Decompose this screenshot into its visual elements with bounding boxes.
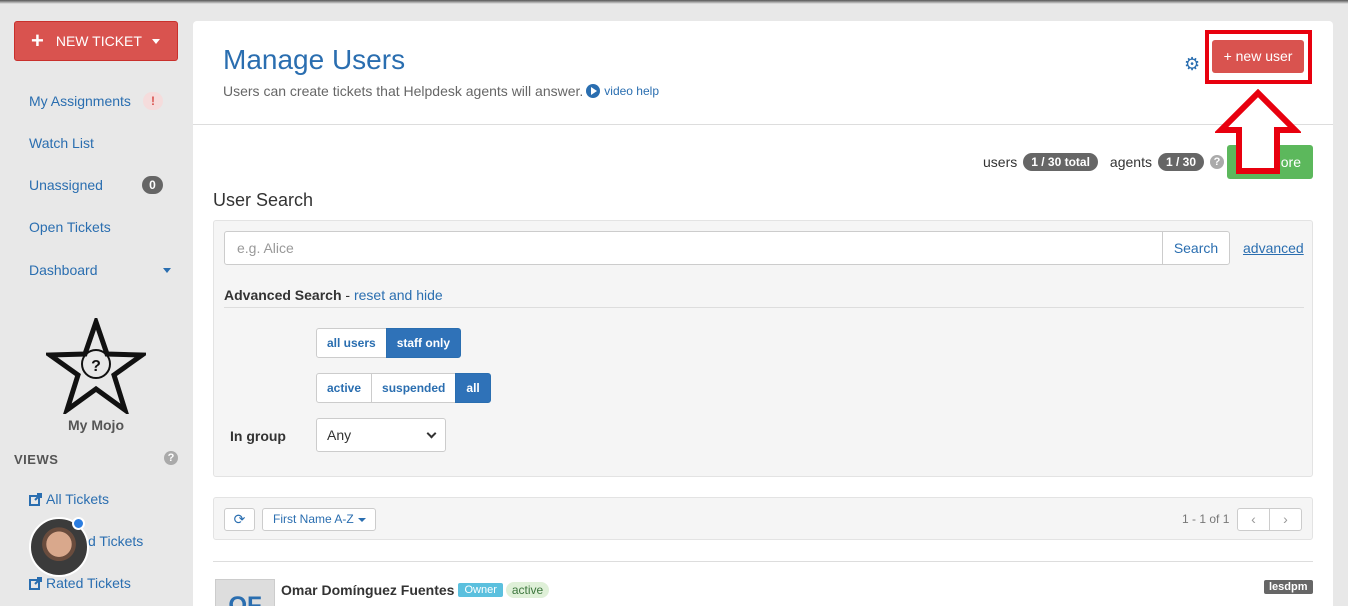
advanced-search-title: Advanced Search - reset and hide (224, 287, 443, 303)
caret-down-icon (357, 517, 366, 522)
user-name[interactable]: Omar Domínguez Fuentes (281, 582, 454, 598)
alert-badge: ! (143, 92, 163, 110)
sort-dropdown[interactable]: First Name A-Z (262, 508, 376, 531)
separator: - (341, 287, 354, 303)
filter-all-users[interactable]: all users (316, 328, 387, 358)
video-help-link[interactable]: video help (604, 84, 659, 98)
external-link-icon (29, 492, 42, 506)
search-button[interactable]: Search (1162, 231, 1230, 265)
filter-suspended[interactable]: suspended (371, 373, 457, 403)
dashboard-caret-icon[interactable] (163, 268, 171, 273)
svg-text:?: ? (91, 358, 101, 375)
chevron-right-icon: › (1283, 511, 1288, 527)
external-link-icon (29, 576, 42, 590)
unassigned-count-badge: 0 (142, 176, 163, 194)
gear-icon[interactable]: ⚙ (1184, 54, 1200, 75)
nav-dashboard[interactable]: Dashboard (29, 262, 98, 278)
annotation-highlight-box (1205, 30, 1312, 84)
mojo-star-icon[interactable]: ? (46, 318, 146, 414)
in-group-label: In group (230, 428, 286, 444)
refresh-icon: ⟳ (233, 511, 246, 527)
sidebar: + NEW TICKET My Assignments ! Watch List… (0, 0, 192, 606)
reset-and-hide-link[interactable]: reset and hide (354, 287, 443, 303)
subtitle-text: Users can create tickets that Helpdesk a… (223, 83, 584, 99)
license-stats: users 1 / 30 total agents 1 / 30 ? (983, 153, 1224, 171)
mojo-label: My Mojo (68, 417, 124, 433)
online-status-dot (72, 517, 85, 530)
plus-icon: + (31, 28, 44, 53)
views-heading: VIEWS (14, 452, 59, 467)
top-shadow (0, 0, 1348, 4)
role-filter-group: all users staff only (316, 328, 462, 358)
users-count-pill: 1 / 30 total (1023, 153, 1098, 171)
nav-unassigned[interactable]: Unassigned (29, 177, 103, 193)
status-filter-group: active suspended all (316, 373, 491, 403)
header-divider (193, 124, 1333, 125)
chevron-left-icon: ‹ (1251, 511, 1256, 527)
nav-open-tickets[interactable]: Open Tickets (29, 219, 111, 235)
user-search-input[interactable] (224, 231, 1163, 265)
sort-label: First Name A-Z (273, 512, 354, 526)
user-initials-avatar[interactable]: OF (215, 579, 275, 606)
group-select[interactable]: Any (316, 418, 446, 452)
page-title: Manage Users (223, 44, 406, 75)
next-page-button[interactable]: › (1269, 508, 1302, 531)
view-label: Rated Tickets (46, 575, 131, 591)
annotation-arrow-icon (1215, 89, 1301, 174)
main-panel: Manage Users Users can create tickets th… (193, 21, 1333, 606)
view-tickets-partial[interactable]: d Tickets (88, 533, 143, 549)
new-ticket-label: NEW TICKET (55, 33, 142, 49)
filter-active[interactable]: active (316, 373, 373, 403)
view-label: d Tickets (88, 533, 144, 549)
user-search-heading: User Search (213, 190, 314, 210)
search-panel: Search advanced Advanced Search - reset … (213, 220, 1313, 477)
page-subtitle: Users can create tickets that Helpdesk a… (223, 83, 659, 99)
previous-page-button[interactable]: ‹ (1237, 508, 1270, 531)
view-rated-tickets[interactable]: Rated Tickets (29, 575, 131, 591)
pager-text: 1 - 1 of 1 (1182, 512, 1230, 526)
views-help-icon[interactable]: ? (164, 451, 178, 465)
nav-watch-list[interactable]: Watch List (29, 135, 94, 151)
owner-badge: Owner (458, 583, 503, 597)
user-row[interactable]: Omar Domínguez Fuentes Owner active (281, 582, 550, 598)
filter-staff-only[interactable]: staff only (385, 328, 462, 358)
advanced-divider (224, 307, 1304, 308)
advanced-search-link[interactable]: advanced (1243, 240, 1304, 256)
new-ticket-button[interactable]: + NEW TICKET (14, 21, 178, 61)
list-toolbar: ⟳ First Name A-Z 1 - 1 of 1 ‹ › (213, 497, 1313, 540)
user-tag-badge: lesdpm (1264, 580, 1313, 594)
advanced-search-label: Advanced Search (224, 287, 342, 303)
nav-my-assignments[interactable]: My Assignments (29, 93, 131, 109)
agents-label: agents (1109, 154, 1152, 170)
chevron-down-icon (426, 428, 437, 438)
refresh-button[interactable]: ⟳ (224, 508, 255, 531)
group-select-value: Any (327, 427, 352, 443)
users-label: users (983, 154, 1018, 170)
view-all-tickets[interactable]: All Tickets (29, 491, 109, 507)
status-badge: active (505, 582, 550, 598)
agents-count-pill: 1 / 30 (1157, 153, 1204, 171)
caret-down-icon (151, 38, 160, 44)
list-divider (213, 561, 1313, 562)
filter-all[interactable]: all (455, 373, 491, 403)
view-label: All Tickets (46, 491, 110, 507)
play-icon[interactable] (586, 84, 601, 98)
